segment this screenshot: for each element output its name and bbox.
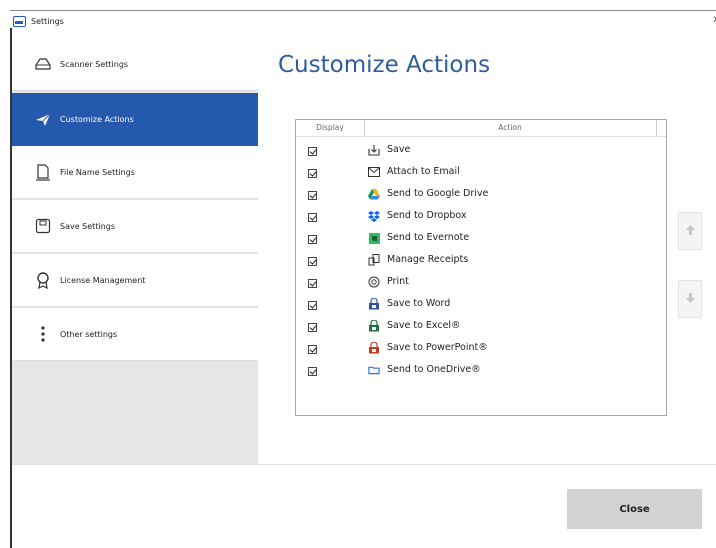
action-label: Send to OneDrive® bbox=[387, 364, 481, 375]
google-drive-icon bbox=[368, 188, 380, 200]
title-bar: Settings x bbox=[10, 10, 716, 31]
send-icon bbox=[34, 111, 52, 129]
sidebar-item-file-name-settings[interactable]: File Name Settings bbox=[12, 146, 258, 199]
column-header-display[interactable]: Display bbox=[296, 120, 365, 136]
display-checkbox[interactable] bbox=[308, 301, 317, 310]
display-checkbox[interactable] bbox=[308, 367, 317, 376]
sidebar-item-scanner-settings[interactable]: Scanner Settings bbox=[12, 38, 258, 91]
list-item[interactable]: Send to OneDrive® bbox=[296, 361, 666, 383]
action-label: Save bbox=[387, 144, 411, 155]
document-icon bbox=[34, 163, 52, 181]
sidebar-item-license-management[interactable]: License Management bbox=[12, 254, 258, 307]
move-up-button[interactable] bbox=[678, 212, 702, 250]
action-label: Send to Evernote bbox=[387, 232, 470, 243]
display-checkbox[interactable] bbox=[308, 169, 317, 178]
settings-window: Settings x Scanner Settings Customize Ac… bbox=[0, 0, 716, 548]
display-checkbox[interactable] bbox=[308, 235, 317, 244]
sidebar-item-save-settings[interactable]: Save Settings bbox=[12, 200, 258, 253]
arrow-up-icon bbox=[685, 224, 695, 238]
print-icon bbox=[368, 276, 380, 288]
footer-divider bbox=[12, 464, 716, 465]
display-checkbox[interactable] bbox=[308, 257, 317, 266]
list-item[interactable]: Attach to Email bbox=[296, 163, 666, 185]
save-settings-icon bbox=[34, 217, 52, 235]
display-checkbox[interactable] bbox=[308, 213, 317, 222]
close-button[interactable]: Close bbox=[567, 489, 702, 529]
list-item[interactable]: Send to Google Drive bbox=[296, 185, 666, 207]
action-label: Send to Google Drive bbox=[387, 188, 489, 199]
powerpoint-icon bbox=[368, 342, 380, 354]
action-label: Manage Receipts bbox=[387, 254, 469, 265]
action-label: Print bbox=[387, 276, 409, 287]
action-label: Save to PowerPoint® bbox=[387, 342, 488, 353]
display-checkbox[interactable] bbox=[308, 191, 317, 200]
sidebar-item-label: Customize Actions bbox=[60, 115, 134, 124]
list-item[interactable]: Save to Excel® bbox=[296, 317, 666, 339]
display-checkbox[interactable] bbox=[308, 279, 317, 288]
page-title: Customize Actions bbox=[278, 52, 491, 78]
arrow-down-icon bbox=[685, 292, 695, 306]
email-icon bbox=[368, 166, 380, 178]
list-item[interactable]: Send to Evernote bbox=[296, 229, 666, 251]
list-header: Display Action bbox=[296, 120, 666, 137]
sidebar-item-label: Scanner Settings bbox=[60, 59, 129, 69]
save-icon bbox=[368, 144, 380, 156]
list-item[interactable]: Save to Word bbox=[296, 295, 666, 317]
action-label: Save to Excel® bbox=[387, 320, 461, 331]
sidebar-item-label: Save Settings bbox=[60, 221, 115, 231]
list-item[interactable]: Save to PowerPoint® bbox=[296, 339, 666, 361]
list-item[interactable]: Save bbox=[296, 141, 666, 163]
onedrive-icon bbox=[368, 364, 380, 376]
list-item[interactable]: Print bbox=[296, 273, 666, 295]
display-checkbox[interactable] bbox=[308, 345, 317, 354]
window-title: Settings bbox=[31, 16, 64, 26]
word-icon bbox=[368, 298, 380, 310]
display-checkbox[interactable] bbox=[308, 323, 317, 332]
list-item[interactable]: Send to Dropbox bbox=[296, 207, 666, 229]
evernote-icon bbox=[368, 232, 380, 244]
sidebar-item-customize-actions[interactable]: Customize Actions bbox=[12, 93, 258, 146]
display-checkbox[interactable] bbox=[308, 147, 317, 156]
ribbon-icon bbox=[34, 271, 52, 289]
dropbox-icon bbox=[368, 210, 380, 222]
more-vertical-icon bbox=[34, 325, 52, 343]
scanner-icon bbox=[34, 55, 52, 73]
sidebar-item-label: Other settings bbox=[60, 329, 118, 339]
action-label: Send to Dropbox bbox=[387, 210, 467, 221]
actions-list: Display Action Save Attach to Email Send… bbox=[295, 119, 667, 416]
sidebar-item-label: File Name Settings bbox=[60, 167, 135, 177]
column-header-action[interactable]: Action bbox=[364, 120, 657, 136]
app-icon bbox=[13, 15, 26, 27]
sidebar-item-label: License Management bbox=[60, 275, 146, 285]
list-item[interactable]: Manage Receipts bbox=[296, 251, 666, 273]
sidebar-item-other-settings[interactable]: Other settings bbox=[12, 308, 258, 361]
action-label: Save to Word bbox=[387, 298, 451, 309]
action-label: Attach to Email bbox=[387, 166, 460, 177]
sidebar: Scanner Settings Customize Actions File … bbox=[12, 38, 258, 464]
receipt-icon bbox=[368, 254, 380, 266]
move-down-button[interactable] bbox=[678, 280, 702, 318]
excel-icon bbox=[368, 320, 380, 332]
